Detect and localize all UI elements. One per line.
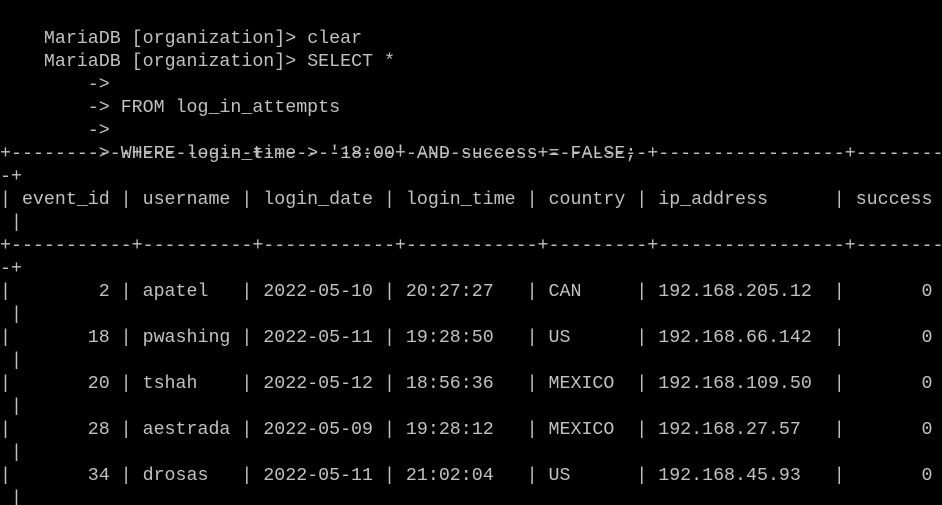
table-row: | 20 | tshah | 2022-05-12 | 18:56:36 | M… (0, 374, 933, 394)
table-border-wrap: -+ (0, 167, 22, 187)
terminal-line: -> (0, 97, 121, 141)
table-header: | event_id | username | login_date | log… (0, 190, 933, 210)
table-row: | 18 | pwashing | 2022-05-11 | 19:28:50 … (0, 328, 933, 348)
table-row-wrap: | (0, 305, 22, 325)
table-row-wrap: | (0, 397, 22, 417)
table-border: +-----------+----------+------------+---… (0, 236, 942, 256)
table-row: | 2 | apatel | 2022-05-10 | 20:27:27 | C… (0, 282, 933, 302)
table-border-wrap: -+ (0, 259, 22, 279)
table-row-wrap: | (0, 351, 22, 371)
command-text: FROM log_in_attempts (120, 98, 341, 118)
table-row-wrap: | (0, 489, 22, 505)
table-row-wrap: | (0, 443, 22, 463)
terminal-window[interactable]: MariaDB [organization]> clear MariaDB [o… (0, 5, 942, 505)
table-border: +-----------+----------+------------+---… (0, 144, 942, 164)
terminal-line: -> WHERE login_time > '18:00' AND succes… (0, 120, 637, 164)
terminal-line: -> FROM log_in_attempts (0, 74, 340, 118)
terminal-line: -> (0, 51, 121, 95)
table-row: | 34 | drosas | 2022-05-11 | 21:02:04 | … (0, 466, 933, 486)
terminal-line: MariaDB [organization]> clear (0, 5, 362, 49)
command-text: SELECT * (307, 52, 395, 72)
table-header-wrap: | (0, 213, 22, 233)
terminal-line: MariaDB [organization]> SELECT * (0, 28, 395, 72)
table-row: | 28 | aestrada | 2022-05-09 | 19:28:12 … (0, 420, 933, 440)
